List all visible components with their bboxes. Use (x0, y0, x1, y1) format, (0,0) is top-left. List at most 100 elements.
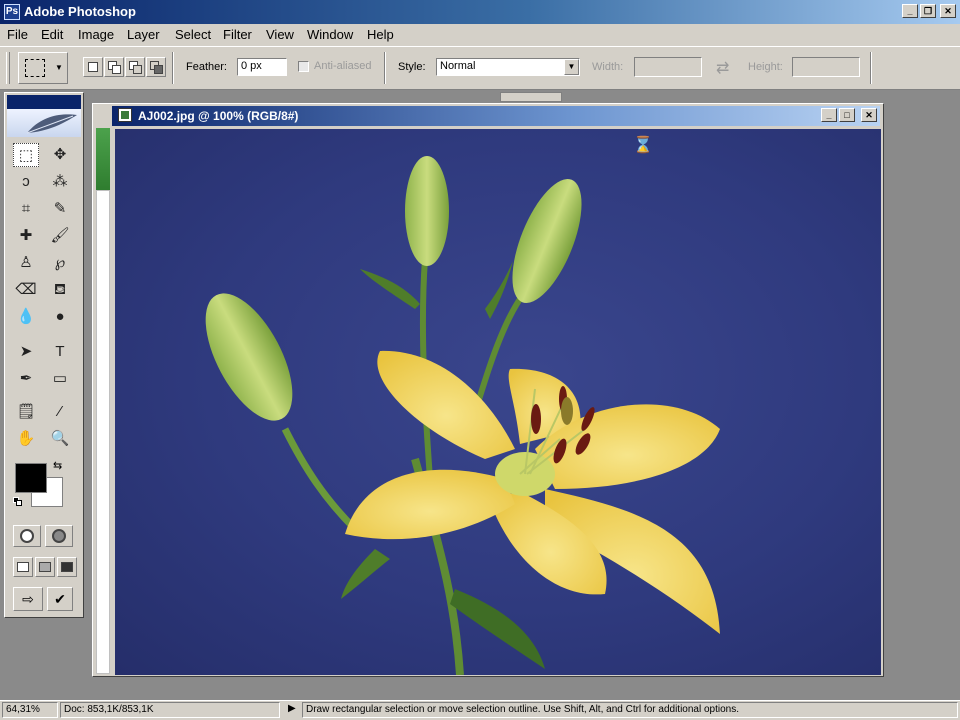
menu-filter[interactable]: Filter (223, 27, 252, 42)
marquee-icon: ⬚ (18, 147, 34, 164)
tool-preset-picker[interactable]: ▼ (18, 52, 68, 84)
app-title-bar[interactable] (0, 0, 960, 24)
full-screen-mode-button[interactable] (57, 557, 77, 577)
swap-dimensions-icon[interactable]: ⇄ (716, 58, 729, 78)
feather-input[interactable]: 0 px (237, 58, 287, 76)
document-icon[interactable] (118, 108, 132, 122)
foreground-color-swatch[interactable] (15, 463, 47, 493)
type-icon: T (55, 343, 65, 360)
marquee-tool[interactable]: ⬚ (13, 143, 39, 167)
path-selection-tool[interactable]: ➤ (13, 340, 39, 364)
move-icon: ✥ (53, 146, 67, 163)
dodge-tool[interactable]: ● (47, 305, 73, 329)
anti-aliased-checkbox[interactable] (298, 61, 309, 72)
clone-stamp-tool[interactable]: ♙ (13, 251, 39, 275)
screen-mode-icon (61, 562, 73, 572)
brush-tool[interactable]: 🖌 (47, 224, 73, 248)
menu-layer[interactable]: Layer (127, 27, 160, 42)
style-label: Style: (398, 61, 426, 73)
menu-file[interactable]: File (7, 27, 28, 42)
toolbox: ⬚ ✥ ↄ ⁂ ⌗ ✎ ✚ 🖌 ♙ ℘ ⌫ ⛾ 💧 ● ➤ T ✒ ▭ 🗒 ⁄ ✋ 🔍 ⇆ ⇨ ✔ (4, 92, 84, 618)
blur-icon: 💧 (16, 308, 36, 325)
style-select[interactable]: Normal ▼ (436, 58, 580, 76)
chevron-down-icon[interactable]: ▼ (564, 59, 579, 75)
notes-tool[interactable]: 🗒 (13, 400, 39, 424)
document-minimize-button[interactable]: _ (821, 108, 837, 122)
paint-bucket-tool[interactable]: ⛾ (47, 278, 73, 302)
document-size-field[interactable]: Doc: 853,1K/853,1K (60, 702, 280, 718)
app-title: Adobe Photoshop (24, 4, 136, 19)
eyedropper-tool[interactable]: ⁄ (47, 400, 73, 424)
add-to-selection-button[interactable] (104, 57, 124, 77)
full-screen-menu-mode-button[interactable] (35, 557, 55, 577)
blur-tool[interactable]: 💧 (13, 305, 39, 329)
rectangle-marquee-icon (25, 59, 45, 77)
clone-stamp-icon: ♙ (19, 254, 33, 271)
hand-tool[interactable]: ✋ (13, 427, 39, 451)
status-hint: Draw rectangular selection or move selec… (302, 702, 958, 718)
photoshop-app-icon[interactable]: Ps (4, 4, 20, 20)
default-colors-icon[interactable] (13, 497, 23, 507)
quick-mask-icon (52, 529, 66, 543)
quick-mask-button[interactable] (45, 525, 73, 547)
status-arrow-icon[interactable]: ▶ (288, 703, 296, 714)
paint-bucket-icon: ⛾ (53, 281, 67, 298)
chevron-down-icon: ▼ (55, 63, 63, 72)
crop-tool[interactable]: ⌗ (13, 197, 39, 221)
width-label: Width: (592, 61, 624, 73)
move-tool[interactable]: ✥ (47, 143, 73, 167)
lasso-icon: ↄ (22, 173, 30, 190)
eyedropper-icon: ⁄ (58, 403, 62, 420)
options-grip[interactable] (6, 52, 10, 84)
restore-button[interactable]: ❐ (920, 4, 936, 18)
height-input[interactable] (792, 57, 860, 77)
new-selection-button[interactable] (83, 57, 103, 77)
magic-wand-icon: ⁂ (52, 173, 68, 190)
slice-tool[interactable]: ✎ (47, 197, 73, 221)
type-tool[interactable]: T (47, 340, 73, 364)
hourglass-icon: ⌛ (633, 137, 653, 154)
menu-view[interactable]: View (266, 27, 294, 42)
shape-tool[interactable]: ▭ (47, 367, 73, 391)
swap-colors-icon[interactable]: ⇆ (53, 459, 62, 472)
screen-mode-icon (17, 562, 29, 572)
document-side-panel (96, 190, 110, 674)
document-close-button[interactable]: ✕ (861, 108, 877, 122)
menu-edit[interactable]: Edit (41, 27, 63, 42)
toolbox-title-bar[interactable] (7, 95, 81, 109)
width-input[interactable] (634, 57, 702, 77)
jump-to-imageready-button[interactable]: ⇨ (13, 587, 43, 611)
minimize-button[interactable]: _ (902, 4, 918, 18)
image-canvas[interactable]: ⌛ (115, 129, 881, 675)
lasso-tool[interactable]: ↄ (13, 170, 39, 194)
history-brush-tool[interactable]: ℘ (47, 251, 73, 275)
eraser-tool[interactable]: ⌫ (13, 278, 39, 302)
collapsed-palette[interactable] (500, 92, 562, 102)
menu-help[interactable]: Help (367, 27, 394, 42)
pen-tool[interactable]: ✒ (13, 367, 39, 391)
zoom-icon: 🔍 (50, 430, 70, 447)
adobe-feather-logo[interactable] (7, 109, 81, 137)
standard-mode-button[interactable] (13, 525, 41, 547)
magic-wand-tool[interactable]: ⁂ (47, 170, 73, 194)
menu-select[interactable]: Select (175, 27, 211, 42)
standard-screen-mode-button[interactable] (13, 557, 33, 577)
zoom-tool[interactable]: 🔍 (47, 427, 73, 451)
close-button[interactable]: ✕ (940, 4, 956, 18)
document-ruler-marker (96, 128, 110, 190)
document-maximize-button[interactable]: □ (839, 108, 855, 122)
anti-aliased-label: Anti-aliased (314, 60, 372, 72)
screen-mode-icon (39, 562, 51, 572)
intersect-selection-button[interactable] (146, 57, 166, 77)
notes-icon: 🗒 (16, 403, 36, 420)
feather-icon (26, 114, 77, 134)
menu-image[interactable]: Image (78, 27, 114, 42)
subtract-from-selection-button[interactable] (125, 57, 145, 77)
zoom-field[interactable]: 64,31% (2, 702, 58, 718)
edit-in-imageready-icon[interactable]: ✔ (47, 587, 73, 611)
healing-brush-icon: ✚ (19, 227, 33, 244)
history-brush-icon: ℘ (54, 254, 66, 271)
dodge-icon: ● (55, 308, 65, 325)
healing-brush-tool[interactable]: ✚ (13, 224, 39, 248)
menu-window[interactable]: Window (307, 27, 353, 42)
